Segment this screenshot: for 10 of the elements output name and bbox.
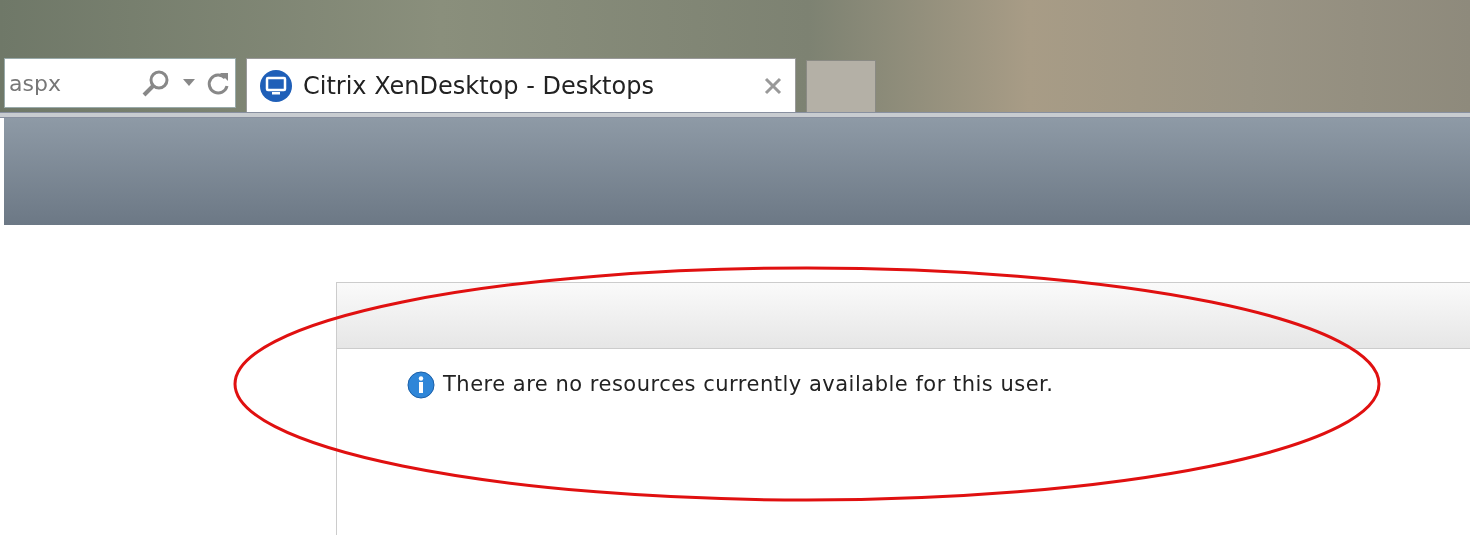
info-icon <box>407 370 435 399</box>
browser-tab[interactable]: Citrix XenDesktop - Desktops <box>246 58 796 112</box>
caret-icon[interactable] <box>183 79 195 87</box>
close-icon[interactable] <box>763 75 783 96</box>
tab-title: Citrix XenDesktop - Desktops <box>303 70 655 102</box>
address-text: aspx <box>9 69 62 98</box>
monitor-icon <box>259 68 293 103</box>
address-field[interactable]: aspx <box>4 58 236 108</box>
refresh-icon[interactable] <box>205 70 231 96</box>
message-text: There are no resources currently available for this user. <box>443 371 1054 398</box>
